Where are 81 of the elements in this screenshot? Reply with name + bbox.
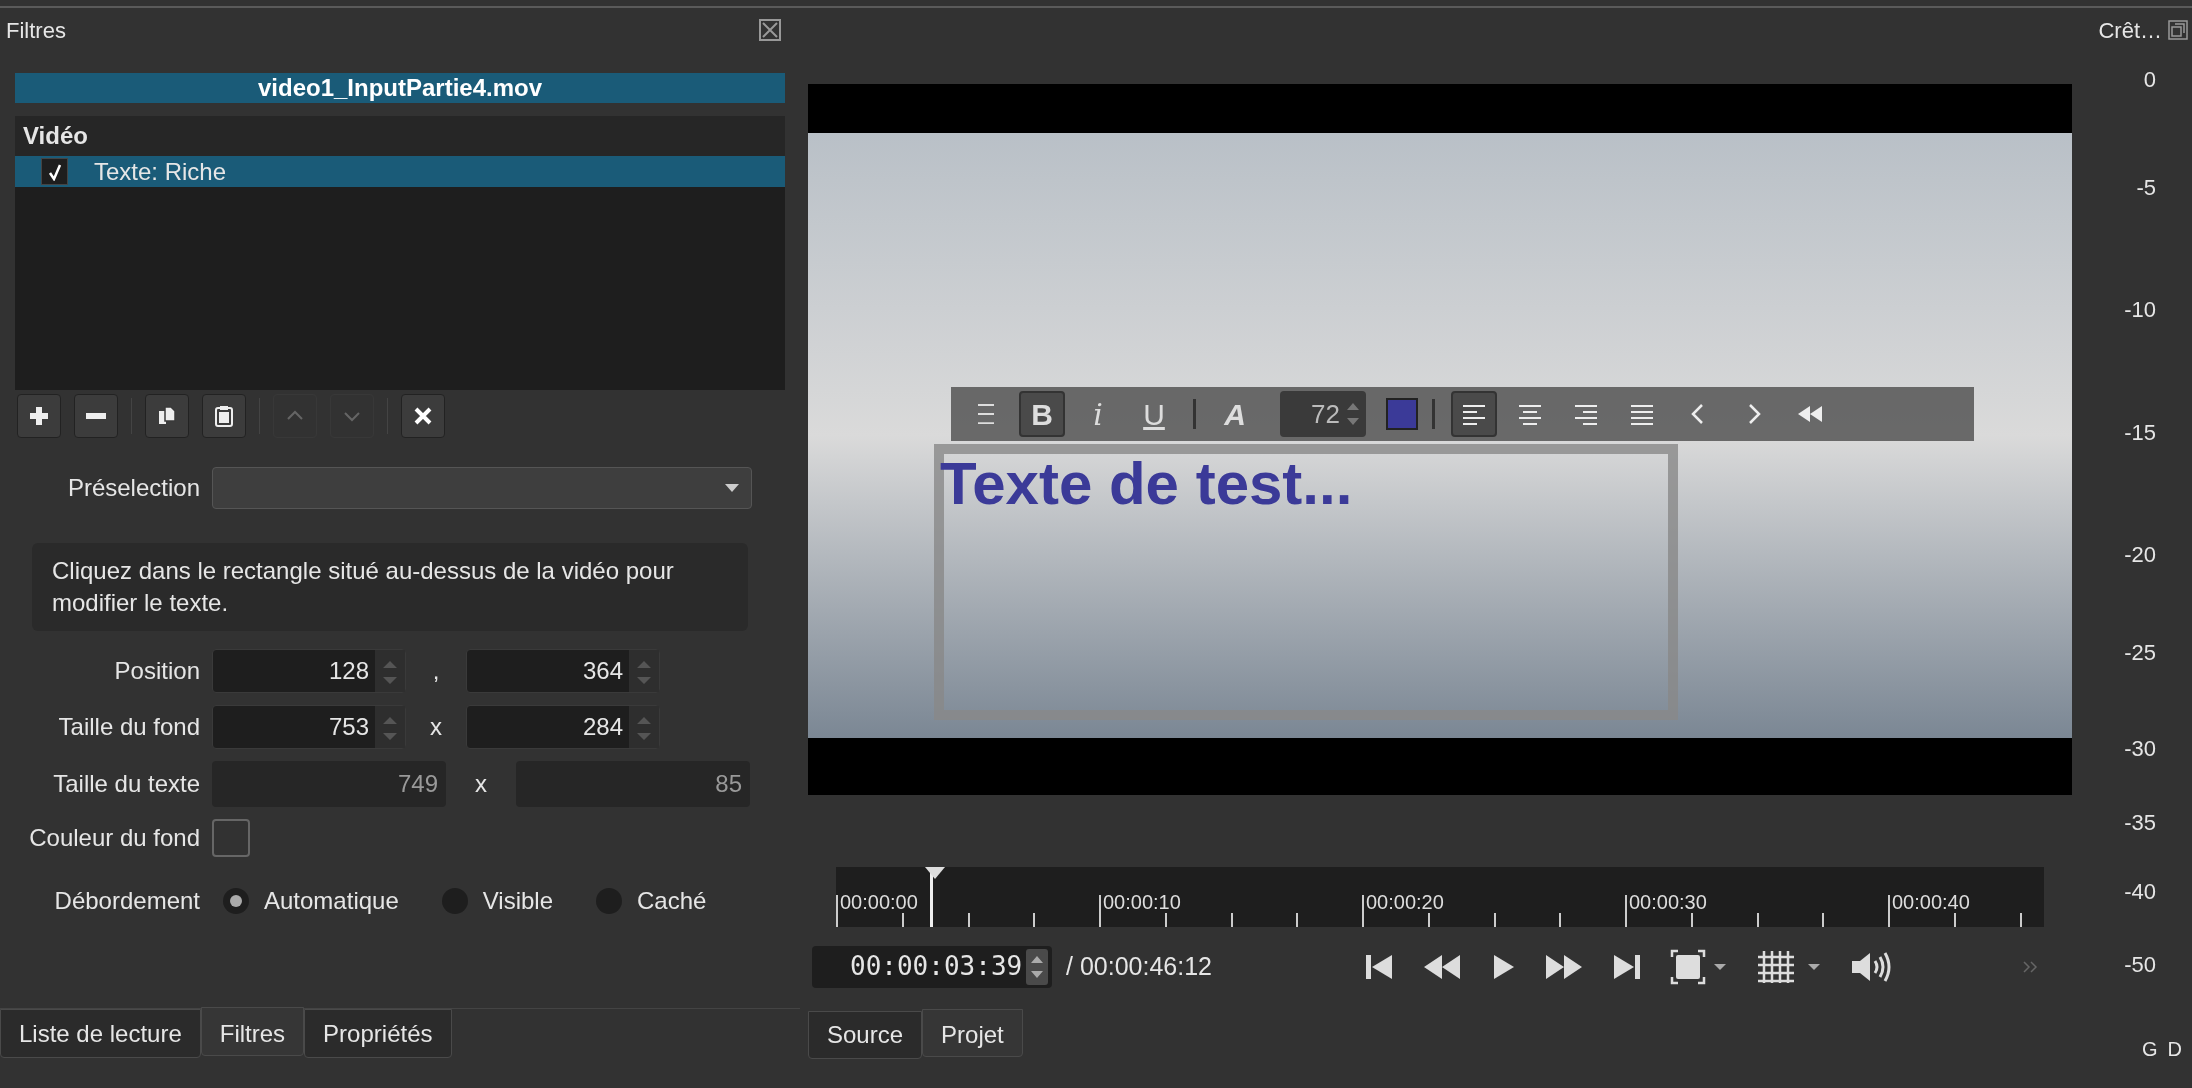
color-swatch[interactable]	[212, 819, 250, 857]
option-label[interactable]: Automatique	[264, 883, 399, 919]
grid-icon[interactable]	[1755, 948, 1822, 985]
info-message: Cliquez dans le rectangle situé au-dessus de la vidéo pour modifier le texte.	[32, 543, 748, 631]
meter-title: Crêt…	[2098, 16, 2162, 45]
separator-text: x	[474, 769, 488, 799]
spin-box[interactable]: 128	[212, 649, 406, 693]
close-icon[interactable]	[758, 18, 782, 42]
checkbox[interactable]	[41, 158, 68, 185]
separator-text: x	[429, 712, 443, 742]
font-button[interactable]: A	[1212, 391, 1258, 437]
timeline-ruler[interactable]: 00:00:00 00:00:10 00:00:20 00:00:30 00:00:40	[836, 867, 2044, 927]
playhead-handle-icon[interactable]	[924, 867, 945, 879]
zoom-fit-icon[interactable]	[1669, 948, 1728, 985]
add-button[interactable]	[17, 394, 61, 438]
skip-to-end-icon[interactable]	[1611, 952, 1642, 981]
scale-label: -35	[2124, 809, 2156, 837]
remove-button[interactable]	[74, 394, 118, 438]
time-label: 00:00:30	[1629, 890, 1707, 915]
tab[interactable]: Projet	[922, 1009, 1023, 1057]
clip-name-bar: video1_InputPartie4.mov	[15, 73, 785, 103]
plus-icon	[27, 404, 51, 428]
color-swatch[interactable]	[1386, 398, 1418, 430]
underline-button[interactable]: U	[1131, 391, 1177, 437]
paste-button[interactable]	[202, 394, 246, 438]
option-label[interactable]: Visible	[482, 883, 554, 919]
scale-label: -30	[2124, 735, 2156, 763]
scale-label: -20	[2124, 541, 2156, 569]
scale-label: -25	[2124, 639, 2156, 667]
read-only-field: 85	[516, 761, 750, 807]
separator-text: ,	[431, 656, 441, 686]
tab[interactable]: Liste de lecture	[0, 1009, 201, 1058]
panel-title: Filtres	[6, 16, 66, 45]
overlay-text[interactable]: Texte de test...	[940, 454, 1668, 514]
scale-label: -40	[2124, 878, 2156, 906]
field-label: Préselection	[66, 473, 200, 503]
scale-label: -15	[2124, 419, 2156, 447]
undock-icon[interactable]	[2168, 20, 2188, 40]
clipboard-icon	[212, 404, 236, 428]
channel-label: D	[2167, 1037, 2182, 1062]
radio-button[interactable]	[222, 887, 250, 915]
time-label: 00:00:20	[1366, 890, 1444, 915]
tab[interactable]: Source	[808, 1011, 923, 1059]
group-header: Vidéo	[23, 121, 88, 151]
align-left-button[interactable]	[1451, 391, 1497, 437]
copy-button[interactable]	[145, 394, 189, 438]
time-label: 00:00:10	[1103, 890, 1181, 915]
scale-label: -10	[2124, 296, 2156, 324]
tab[interactable]: Filtres	[200, 1007, 305, 1056]
font-size-field[interactable]: 72	[1280, 391, 1366, 437]
dropdown-arrow-icon	[725, 484, 739, 492]
filter-item[interactable]: Texte: Riche	[15, 156, 785, 187]
field-label: Couleur du fond	[28, 823, 200, 853]
tab[interactable]: Propriétés	[304, 1009, 452, 1058]
fast-forward-icon[interactable]	[1543, 952, 1584, 981]
time-label: 00:00:00	[840, 890, 918, 915]
scale-label: -50	[2124, 951, 2156, 979]
scale-label: 0	[2143, 66, 2156, 94]
scale-label: -5	[2136, 174, 2156, 202]
spin-box[interactable]: 364	[466, 649, 660, 693]
skip-to-start-icon[interactable]	[1363, 952, 1394, 981]
spin-box[interactable]: 753	[212, 705, 406, 749]
channel-label: G	[2142, 1037, 2158, 1062]
field-label: Position	[113, 656, 200, 686]
read-only-field: 749	[212, 761, 446, 807]
field-label: Taille du fond	[57, 712, 200, 742]
bold-button[interactable]: B	[1019, 391, 1065, 437]
field-label: Débordement	[53, 886, 200, 916]
timecode-field[interactable]: 00:00:03:39	[812, 945, 1052, 988]
option-label[interactable]: Caché	[637, 883, 707, 919]
italic-button[interactable]: i	[1075, 391, 1121, 437]
spin-box[interactable]: 284	[466, 705, 660, 749]
text-edit-rectangle[interactable]: Texte de test...	[934, 444, 1678, 720]
duration-text: / 00:00:46:12	[1066, 950, 1212, 982]
minus-icon	[86, 413, 106, 419]
time-label: 00:00:40	[1892, 890, 1970, 915]
deselect-button[interactable]	[401, 394, 445, 438]
menu-icon	[978, 404, 994, 424]
spin-arrows-icon[interactable]	[1026, 948, 1048, 985]
checkmark-icon	[47, 162, 62, 181]
field-label: Taille du texte	[52, 769, 200, 799]
